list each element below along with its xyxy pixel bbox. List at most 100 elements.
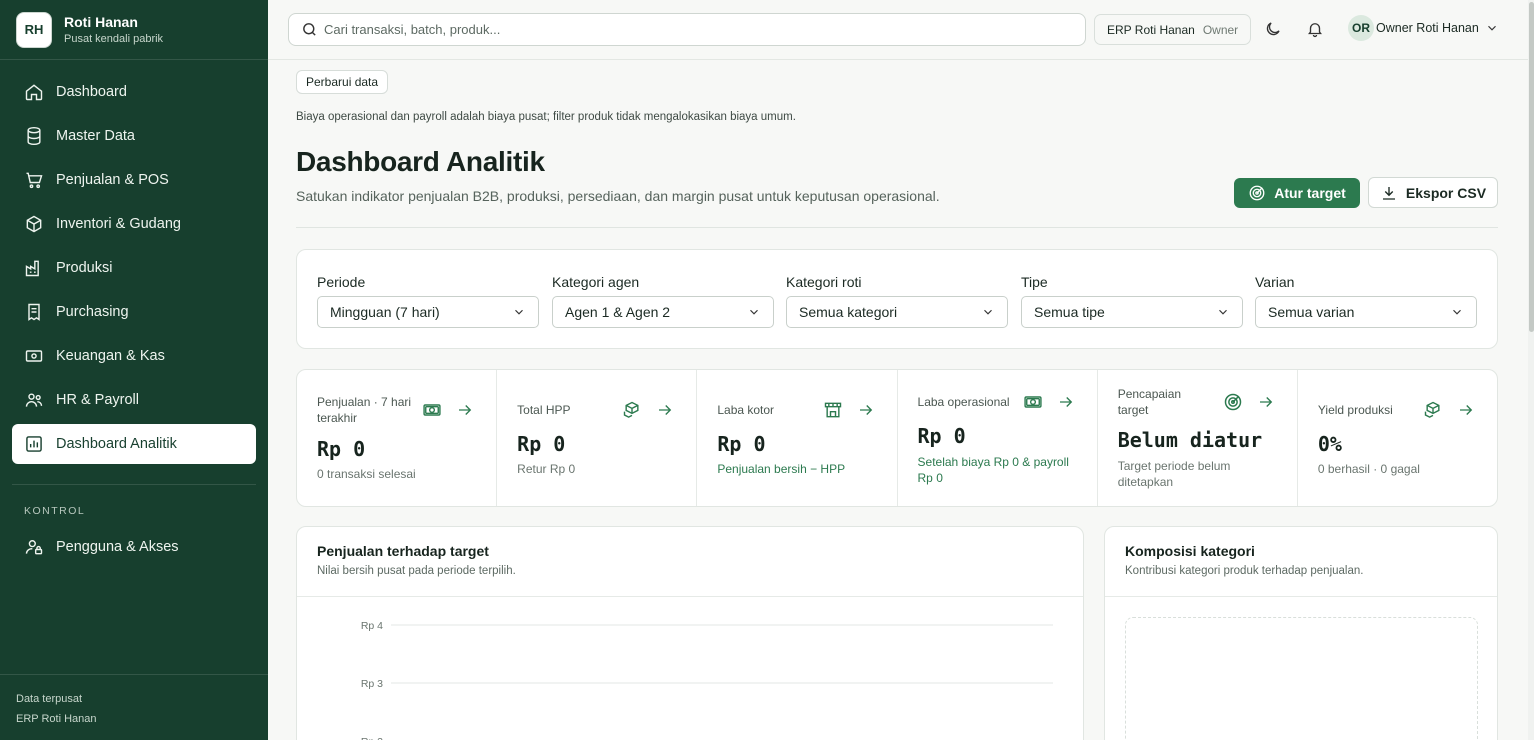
cart-icon bbox=[26, 172, 43, 189]
cost-note: Biaya operasional dan payroll adalah bia… bbox=[296, 111, 796, 123]
kpi-card-laba-operasional[interactable]: Laba operasional Rp 0 Setelah biaya Rp 0… bbox=[898, 370, 1098, 506]
kpi-card-yield[interactable]: Yield produksi 0% 0 berhasil · 0 gagal bbox=[1298, 370, 1497, 506]
y-tick-label: Rp 4 bbox=[361, 620, 383, 632]
kpi-row: Penjualan · 7 hari terakhir Rp 0 0 trans… bbox=[296, 369, 1498, 507]
boxes-icon bbox=[624, 401, 639, 418]
arrow-right-icon bbox=[1460, 405, 1473, 415]
tipe-select[interactable]: Semua tipe bbox=[1021, 296, 1243, 328]
sidebar-item-label: Pengguna & Akses bbox=[56, 539, 179, 555]
filter-kategori-roti: Kategori roti Semua kategori bbox=[786, 274, 1008, 328]
sidebar-footer-line2: ERP Roti Hanan bbox=[16, 713, 97, 725]
set-target-button[interactable]: Atur target bbox=[1234, 178, 1360, 208]
boxes-icon bbox=[1424, 401, 1440, 418]
arrow-right-icon bbox=[859, 405, 872, 415]
kategori-roti-select[interactable]: Semua kategori bbox=[786, 296, 1008, 328]
kpi-value: 0% bbox=[1317, 432, 1342, 456]
kpi-label: Yield produksi bbox=[1317, 403, 1393, 417]
composition-chart-placeholder bbox=[1125, 617, 1478, 740]
erp-badge[interactable]: ERP Roti Hanan Owner bbox=[1094, 14, 1252, 45]
kpi-card-laba-kotor[interactable]: Laba kotor Rp 0 Penjualan bersih − HPP bbox=[697, 370, 898, 506]
kpi-card-pencapaian-target[interactable]: Pencapaian target Belum diatur Target pe… bbox=[1098, 370, 1298, 506]
kpi-label: Laba kotor bbox=[717, 403, 775, 417]
kpi-value: Rp 0 bbox=[917, 424, 966, 448]
select-value: Semua tipe bbox=[1034, 304, 1105, 320]
refresh-button[interactable]: Perbarui data bbox=[296, 70, 389, 94]
kpi-card-hpp[interactable]: Total HPP Rp 0 Retur Rp 0 bbox=[497, 370, 698, 506]
sidebar-item-keuangan[interactable]: Keuangan & Kas bbox=[12, 336, 256, 376]
export-csv-label: Ekspor CSV bbox=[1405, 184, 1487, 201]
topbar: ERP Roti Hanan Owner OR Owner Roti Hanan bbox=[268, 0, 1534, 60]
sidebar-item-master-data[interactable]: Master Data bbox=[12, 116, 256, 156]
sidebar-section-title: KONTROL bbox=[24, 505, 86, 517]
y-tick-label: Rp 2 bbox=[361, 736, 383, 740]
filter-varian: Varian Semua varian bbox=[1255, 274, 1477, 328]
database-icon bbox=[27, 126, 41, 146]
filter-label: Kategori roti bbox=[786, 274, 862, 290]
select-value: Semua kategori bbox=[799, 304, 898, 320]
sidebar-nav: Dashboard Master Data Penjualan & POS In… bbox=[0, 60, 268, 464]
notifications-button[interactable] bbox=[1304, 18, 1326, 40]
sales-chart: Rp 4 Rp 3 Rp 2 bbox=[361, 620, 1053, 740]
users-icon bbox=[25, 393, 43, 407]
sales-target-card: Penjualan terhadap target Nilai bersih p… bbox=[296, 526, 1084, 740]
sidebar-item-inventori[interactable]: Inventori & Gudang bbox=[12, 204, 256, 244]
sidebar-item-hr[interactable]: HR & Payroll bbox=[12, 380, 256, 420]
filter-label: Tipe bbox=[1021, 274, 1048, 290]
theme-toggle-button[interactable] bbox=[1262, 18, 1284, 40]
sidebar-item-label: Penjualan & POS bbox=[56, 172, 169, 188]
kpi-sub: Setelah biaya Rp 0 & payroll Rp 0 bbox=[917, 455, 1069, 485]
header-divider bbox=[296, 227, 1498, 228]
download-icon bbox=[1382, 186, 1395, 200]
sidebar-item-label: Dashboard Analitik bbox=[56, 436, 177, 452]
kpi-card-penjualan[interactable]: Penjualan · 7 hari terakhir Rp 0 0 trans… bbox=[297, 370, 498, 506]
sidebar-item-dashboard[interactable]: Dashboard bbox=[12, 72, 256, 112]
sidebar-item-produksi[interactable]: Produksi bbox=[12, 248, 256, 288]
select-value: Semua varian bbox=[1268, 304, 1355, 320]
page-scrollbar[interactable] bbox=[1528, 0, 1534, 740]
sidebar-item-pengguna[interactable]: Pengguna & Akses bbox=[12, 527, 256, 567]
sidebar-item-label: Dashboard bbox=[56, 84, 127, 100]
brand-subtitle: Pusat kendali pabrik bbox=[64, 33, 164, 45]
chevron-down-icon bbox=[1219, 309, 1227, 315]
filter-panel: Periode Mingguan (7 hari) Kategori agen … bbox=[296, 249, 1498, 349]
user-lock-icon bbox=[25, 540, 43, 555]
chevron-down-icon bbox=[1453, 309, 1461, 315]
moon-icon bbox=[1266, 22, 1280, 36]
cash-icon bbox=[25, 350, 43, 362]
filter-kategori-agen: Kategori agen Agen 1 & Agen 2 bbox=[552, 274, 774, 328]
sidebar-item-penjualan[interactable]: Penjualan & POS bbox=[12, 160, 256, 200]
filter-label: Kategori agen bbox=[552, 274, 640, 290]
sidebar-item-purchasing[interactable]: Purchasing bbox=[12, 292, 256, 332]
sidebar-item-label: Master Data bbox=[56, 128, 135, 144]
filter-tipe: Tipe Semua tipe bbox=[1021, 274, 1243, 328]
filter-periode: Periode Mingguan (7 hari) bbox=[317, 274, 539, 328]
user-name: Owner Roti Hanan bbox=[1376, 21, 1479, 35]
sidebar-item-label: Produksi bbox=[56, 260, 113, 276]
scrollbar-thumb[interactable] bbox=[1529, 2, 1534, 332]
kpi-sub: Penjualan bersih − HPP bbox=[717, 462, 846, 476]
cash-icon bbox=[423, 404, 441, 416]
varian-select[interactable]: Semua varian bbox=[1255, 296, 1477, 328]
search-input[interactable] bbox=[324, 22, 1024, 37]
cash-icon bbox=[1024, 396, 1042, 408]
brand-title: Roti Hanan bbox=[64, 14, 138, 30]
export-csv-button[interactable]: Ekspor CSV bbox=[1368, 177, 1498, 208]
chevron-down-icon bbox=[984, 309, 992, 315]
receipt-icon bbox=[28, 303, 40, 321]
card-subtitle: Kontribusi kategori produk terhadap penj… bbox=[1125, 565, 1364, 577]
kpi-value: Rp 0 bbox=[317, 437, 366, 461]
brand-logo: RH bbox=[16, 11, 52, 48]
user-menu[interactable]: OR Owner Roti Hanan bbox=[1348, 15, 1499, 41]
search-box[interactable] bbox=[288, 13, 1086, 46]
sidebar-item-dashboard-analitik[interactable]: Dashboard Analitik bbox=[12, 424, 256, 464]
set-target-label: Atur target bbox=[1274, 185, 1346, 201]
periode-select[interactable]: Mingguan (7 hari) bbox=[317, 296, 539, 328]
kpi-value: Rp 0 bbox=[717, 432, 766, 456]
search-icon bbox=[303, 23, 316, 36]
chevron-down-icon bbox=[515, 309, 523, 315]
arrow-right-icon bbox=[459, 405, 472, 415]
kategori-agen-select[interactable]: Agen 1 & Agen 2 bbox=[552, 296, 774, 328]
sidebar-item-label: Keuangan & Kas bbox=[56, 348, 165, 364]
kpi-label: Pencapaian target bbox=[1117, 387, 1182, 417]
store-icon bbox=[824, 402, 841, 418]
